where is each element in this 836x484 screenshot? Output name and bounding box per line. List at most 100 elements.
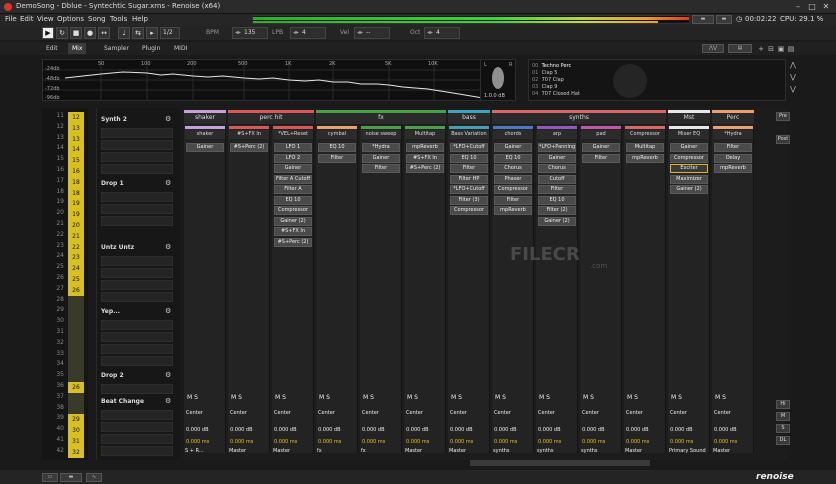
section-slot[interactable] <box>101 410 173 420</box>
dl-button[interactable]: DL <box>776 436 790 445</box>
save-icon[interactable]: ▣ <box>776 44 786 54</box>
dsp-device[interactable]: mpReverb <box>406 143 444 152</box>
track-pan[interactable]: Center <box>274 410 291 416</box>
section-slot[interactable] <box>101 422 173 432</box>
step-field[interactable]: 1/2 <box>160 27 180 39</box>
dsp-device[interactable]: Chorus <box>538 164 576 173</box>
maximize-icon[interactable]: □ <box>806 2 818 12</box>
block-loop-button[interactable]: ⇆ <box>132 27 144 39</box>
gear-icon[interactable]: ⚙ <box>165 307 171 315</box>
tab-midi[interactable]: MIDI <box>170 43 191 54</box>
track-name[interactable]: pad <box>581 130 621 139</box>
section-slot[interactable] <box>101 268 173 278</box>
section-slot[interactable] <box>101 216 173 226</box>
track-output-routing[interactable]: S + R... <box>185 448 225 456</box>
mixer-track[interactable]: chords Gainer EQ 10 Chorus Phaser Compressor F… <box>492 125 534 454</box>
menu-edit[interactable]: Edit <box>20 15 34 23</box>
delete-icon[interactable]: ⊟ <box>766 44 776 54</box>
track-name[interactable]: *Hydra <box>713 130 753 139</box>
bpm-field[interactable]: ◂▸ 135 <box>232 27 268 39</box>
section-slot[interactable] <box>101 446 173 456</box>
tab-edit[interactable]: Edit <box>42 43 62 54</box>
pattern-cell[interactable]: 19 <box>68 209 84 221</box>
pattern-cell[interactable]: 13 <box>68 122 84 134</box>
lpb-field[interactable]: ◂▸ 4 <box>290 27 326 39</box>
mixer-track[interactable]: arp *LFO+Panning Gainer Chorus Cutoff Filter E… <box>536 125 578 456</box>
pattern-cell[interactable]: 13 <box>68 133 84 145</box>
group-header[interactable]: perc hit <box>228 112 314 124</box>
track-output-routing[interactable]: Master <box>449 448 489 456</box>
group-header[interactable]: bass <box>448 112 490 124</box>
track-delay[interactable]: 0.000 ms <box>670 439 693 445</box>
instrument-item[interactable]: 00 Techno Perc <box>532 63 571 69</box>
instrument-item[interactable]: 02 707 Clap <box>532 77 564 83</box>
section-slot[interactable] <box>101 292 173 302</box>
dsp-device[interactable]: Filter HP <box>450 174 488 184</box>
section-slot[interactable] <box>101 320 173 330</box>
gear-icon[interactable]: ⚙ <box>165 243 171 251</box>
pattern-cell[interactable] <box>68 295 84 307</box>
stereo-scope[interactable]: L R 1.0.0 dB <box>480 59 516 101</box>
section-slot[interactable] <box>101 204 173 214</box>
track-delay[interactable]: 0.000 ms <box>450 439 473 445</box>
pattern-cell[interactable]: 24 <box>68 263 84 275</box>
track-volume[interactable]: 0.000 dB <box>186 427 209 433</box>
dsp-device[interactable]: #S+FX In <box>274 227 312 236</box>
track-delay[interactable]: 0.000 ms <box>494 439 517 445</box>
mixer-track[interactable]: #S+FX In #S+Perc (2) M S Center 0.000 dB 0.00… <box>228 125 270 456</box>
track-output-routing[interactable]: synths <box>537 448 577 456</box>
track-volume[interactable]: 0.000 dB <box>494 427 517 433</box>
track-name[interactable]: Compressor <box>625 130 665 139</box>
dsp-device[interactable]: Filter <box>362 164 400 173</box>
section-slot[interactable] <box>101 280 173 290</box>
mixer-track[interactable]: Compressor Multitap mpReverb M S Center 0.000… <box>624 125 666 454</box>
pattern-cell[interactable]: 31 <box>68 436 84 447</box>
section-title[interactable]: Drop 2 <box>101 372 124 379</box>
pattern-cell[interactable]: 23 <box>68 252 84 264</box>
spectrum-analyzer[interactable]: -24db -48db -72db -96db 50 100 200 500 1… <box>42 59 516 101</box>
pattern-cell[interactable]: 19 <box>68 198 84 210</box>
dsp-device[interactable]: Delay <box>714 153 752 163</box>
meter-mode-button[interactable]: ▬ <box>692 15 714 24</box>
section-slot[interactable] <box>101 384 173 394</box>
view-toggle-button[interactable]: ▬ <box>60 473 82 482</box>
dsp-device[interactable]: mpReverb <box>494 206 532 215</box>
dsp-device[interactable]: LFO 2 <box>274 153 312 163</box>
group-header[interactable]: fx <box>316 112 446 124</box>
track-name[interactable]: Multitap <box>405 130 445 139</box>
tab-mix[interactable]: Mix <box>68 43 87 54</box>
track-volume[interactable]: 0.000 dB <box>626 427 649 433</box>
track-output-routing[interactable]: Master <box>229 448 269 456</box>
track-pan[interactable]: Center <box>186 410 203 416</box>
track-name[interactable]: arp <box>537 130 577 139</box>
dsp-device[interactable]: mpReverb <box>626 153 664 163</box>
dsp-device[interactable]: EQ 10 <box>494 153 532 163</box>
track-delay[interactable]: 0.000 ms <box>230 439 253 445</box>
mute-solo-buttons[interactable]: M S <box>539 394 550 401</box>
dsp-device[interactable]: EQ 10 <box>538 195 576 205</box>
load-icon[interactable]: ▤ <box>786 44 796 54</box>
pre-button[interactable]: Pre <box>776 112 790 121</box>
track-volume[interactable]: 0.000 dB <box>450 427 473 433</box>
section-title[interactable]: Synth 2 <box>101 116 127 123</box>
mixer-horizontal-scrollbar[interactable] <box>470 460 650 466</box>
track-pan[interactable]: Center <box>538 410 555 416</box>
dsp-device[interactable]: Filter (3) <box>450 195 488 205</box>
dsp-device[interactable]: Compressor <box>670 153 708 163</box>
mute-solo-buttons[interactable]: M S <box>363 394 374 401</box>
instrument-scroll-up-icon[interactable]: ⋀ <box>788 60 798 70</box>
track-pan[interactable]: Center <box>714 410 731 416</box>
dsp-device[interactable]: Gainer (2) <box>670 185 708 194</box>
dsp-device[interactable]: Cutoff <box>538 174 576 184</box>
velocity-field[interactable]: ◂▸ -- <box>354 27 390 39</box>
dsp-device[interactable]: Gainer <box>362 153 400 163</box>
mixer-track[interactable]: shaker Gainer M S Center 0.000 dB 0.000 ms S +… <box>184 125 226 456</box>
pattern-cell[interactable]: 15 <box>68 155 84 167</box>
dsp-device[interactable]: Filter <box>582 153 620 163</box>
pattern-cell[interactable]: 26 <box>68 284 84 296</box>
dsp-device[interactable]: Gainer <box>494 143 532 152</box>
dsp-device[interactable]: #S+Perc (2) <box>230 143 268 152</box>
group-header[interactable]: Perc <box>712 112 754 124</box>
section-title[interactable]: Beat Change <box>101 398 144 405</box>
track-pan[interactable]: Center <box>670 410 687 416</box>
